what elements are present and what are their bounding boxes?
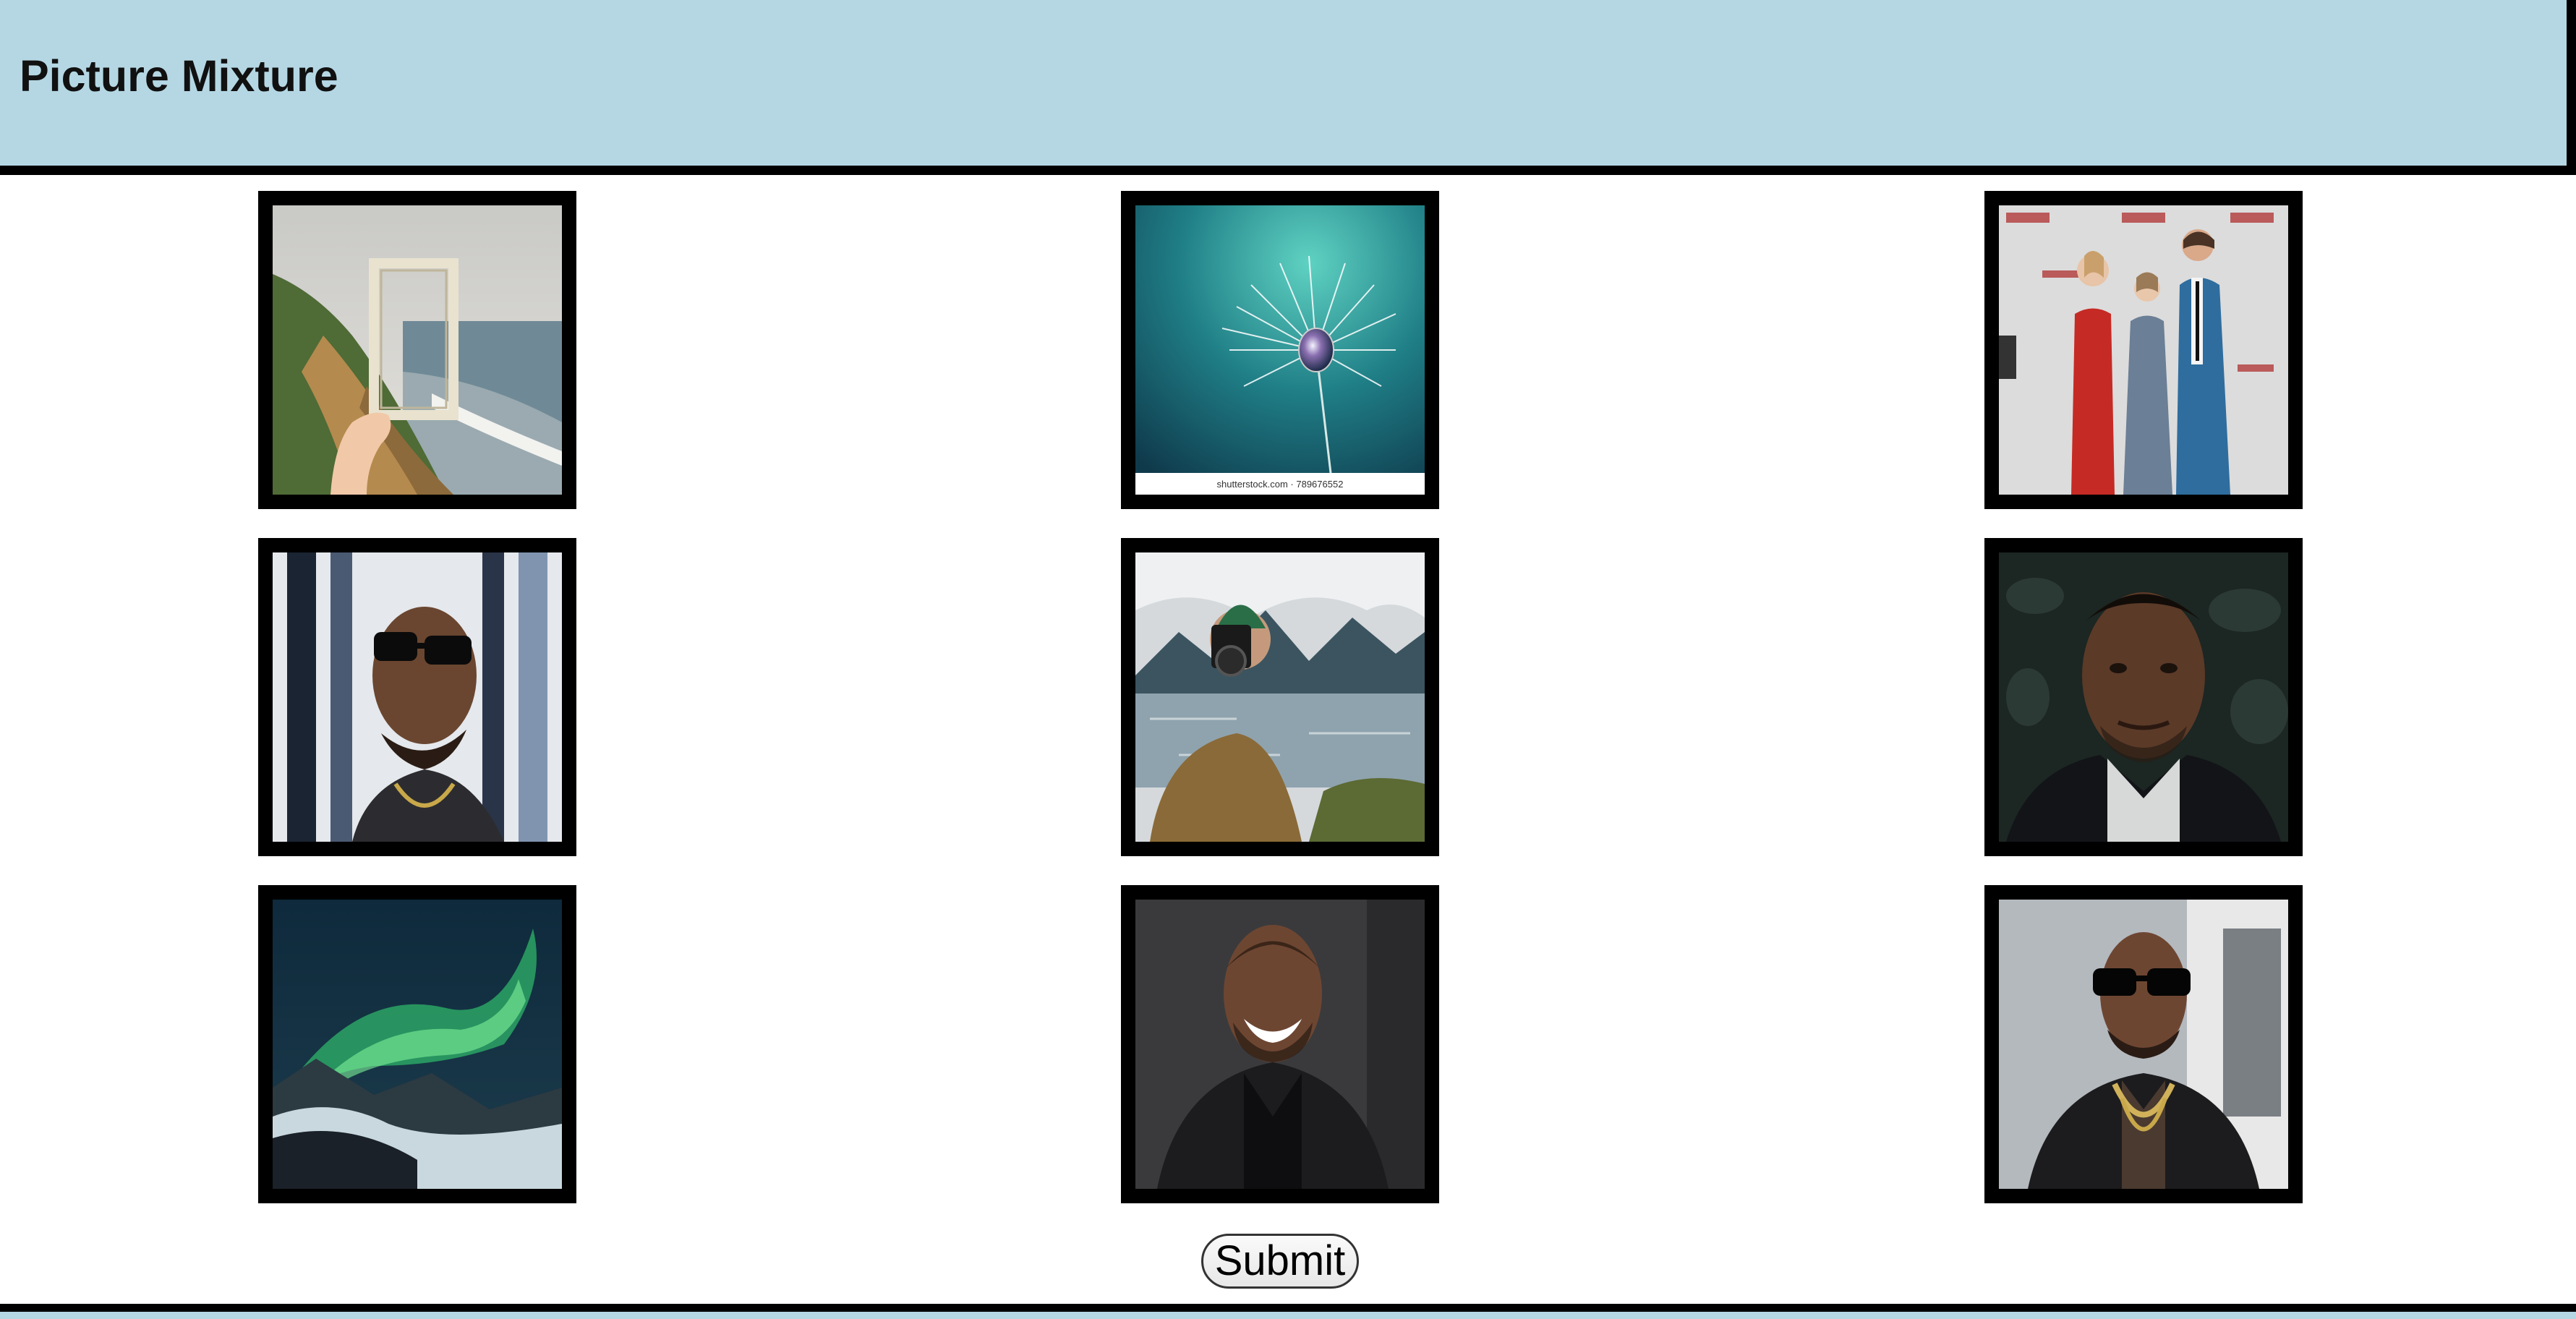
smiling-man-in-coat-photo — [1135, 900, 1425, 1189]
image-tile-5[interactable] — [1121, 538, 1439, 856]
image-tile-3[interactable] — [1984, 191, 2303, 509]
watermark-caption: shutterstock.com · 789676552 — [1217, 479, 1344, 490]
three-people-red-carpet-photo — [1999, 205, 2288, 495]
page: Picture Mixture shutterstock.com · 78967… — [0, 0, 2576, 1319]
image-tile-6[interactable] — [1984, 538, 2303, 856]
submit-button[interactable]: Submit — [1201, 1234, 1359, 1289]
dandelion-seed-with-water-drop-photo: shutterstock.com · 789676552 — [1135, 205, 1425, 495]
header-bar: Picture Mixture — [0, 0, 2576, 175]
image-tile-4[interactable] — [258, 538, 576, 856]
image-tile-8[interactable] — [1121, 885, 1439, 1203]
footer-bar — [0, 1304, 2576, 1319]
image-tile-9[interactable] — [1984, 885, 2303, 1203]
aurora-over-mountains-photo — [273, 900, 562, 1189]
image-tile-1[interactable] — [258, 191, 576, 509]
image-tile-7[interactable] — [258, 885, 576, 1203]
man-portrait-photo — [1999, 552, 2288, 842]
page-title: Picture Mixture — [20, 51, 338, 101]
image-tile-2[interactable]: shutterstock.com · 789676552 — [1121, 191, 1439, 509]
man-in-sunglasses-portrait-photo — [273, 552, 562, 842]
photographer-by-lake-photo — [1135, 552, 1425, 842]
man-in-sunglasses-chain-photo — [1999, 900, 2288, 1189]
frame-on-coastal-cliff-photo — [273, 205, 562, 495]
